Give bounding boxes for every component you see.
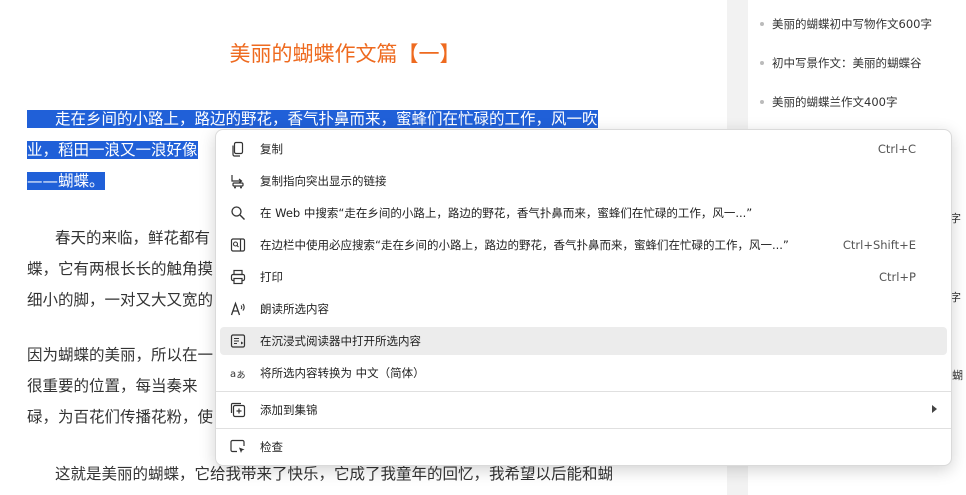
inspect-icon xyxy=(230,439,245,453)
menu-item-add-to-collections[interactable]: 添加到集锦 xyxy=(220,396,947,424)
text-line: 这就是美丽的蝴蝶，它给我带来了快乐，它成了我童年的回忆，我希望以后能和蝴 xyxy=(55,465,614,483)
menu-item-shortcut: Ctrl+C xyxy=(877,142,916,156)
menu-item-label: 在边栏中使用必应搜索“走在乡间的小路上，路边的野花，香气扑鼻而来，蜜蜂们在忙碌的… xyxy=(260,238,789,252)
translate-icon: aあ xyxy=(230,369,246,381)
collections-icon xyxy=(230,402,246,418)
submenu-arrow-icon xyxy=(932,405,937,413)
menu-item-copy-link-to-highlight[interactable]: 复制指向突出显示的链接 xyxy=(220,167,947,195)
selected-text-line-1[interactable]: 走在乡间的小路上，路边的野花，香气扑鼻而来，蜜蜂们在忙碌的工作，风一吹 xyxy=(27,110,598,128)
related-link[interactable]: 美丽的蝴蝶初中写物作文600字 xyxy=(760,16,932,32)
menu-item-immersive-reader[interactable]: 在沉浸式阅读器中打开所选内容 xyxy=(220,327,947,355)
menu-item-print[interactable]: 打印 Ctrl+P xyxy=(220,263,947,291)
immersive-reader-icon xyxy=(230,334,246,348)
menu-item-label: 朗读所选内容 xyxy=(260,302,329,316)
context-menu: 复制 Ctrl+C 复制指向突出显示的链接 在 Web 中搜索“走在乡间的小路上… xyxy=(215,129,952,466)
selected-text-line-2[interactable]: 业，稻田一浪又一浪好像 xyxy=(27,141,198,159)
menu-item-translate[interactable]: aあ 将所选内容转换为 中文（简体） xyxy=(220,359,947,387)
selected-text-line-3[interactable]: ——蝴蝶。 xyxy=(27,172,105,190)
print-icon xyxy=(230,269,246,285)
menu-item-search-web[interactable]: 在 Web 中搜索“走在乡间的小路上，路边的野花，香气扑鼻而来，蜜蜂们在忙碌的工… xyxy=(220,199,947,227)
menu-item-label: 在 Web 中搜索“走在乡间的小路上，路边的野花，香气扑鼻而来，蜜蜂们在忙碌的工… xyxy=(260,206,753,220)
related-link[interactable]: 美丽的蝴蝶兰作文400字 xyxy=(759,94,897,110)
sidebar-search-icon xyxy=(230,238,246,252)
menu-item-read-aloud[interactable]: 朗读所选内容 xyxy=(220,295,947,323)
search-icon xyxy=(231,206,245,220)
menu-item-inspect[interactable]: 检查 xyxy=(220,433,947,461)
menu-item-label: 在沉浸式阅读器中打开所选内容 xyxy=(260,334,421,348)
menu-item-shortcut: Ctrl+P xyxy=(878,270,916,284)
article-title: 美丽的蝴蝶作文篇【一】 xyxy=(229,42,461,66)
menu-separator xyxy=(216,391,951,392)
copy-icon xyxy=(232,141,244,157)
related-link[interactable]: 初中写景作文：美丽的蝴蝶谷 xyxy=(760,55,922,71)
menu-item-shortcut: Ctrl+Shift+E xyxy=(842,238,916,252)
read-aloud-icon xyxy=(230,301,245,316)
menu-item-copy[interactable]: 复制 Ctrl+C xyxy=(220,135,947,163)
menu-item-label: 打印 xyxy=(260,270,283,284)
svg-text:あ: あ xyxy=(237,370,246,381)
menu-separator xyxy=(216,428,951,429)
svg-text:a: a xyxy=(230,369,236,380)
menu-item-label: 检查 xyxy=(260,440,283,454)
menu-item-label: 将所选内容转换为 中文（简体） xyxy=(260,366,425,380)
menu-item-label: 添加到集锦 xyxy=(260,403,318,417)
menu-item-label: 复制指向突出显示的链接 xyxy=(260,174,387,188)
menu-item-label: 复制 xyxy=(260,142,283,156)
link-highlight-icon xyxy=(231,175,244,189)
text-line: 春天的来临，鲜花都有 xyxy=(55,229,211,247)
menu-item-sidebar-search[interactable]: 在边栏中使用必应搜索“走在乡间的小路上，路边的野花，香气扑鼻而来，蜜蜂们在忙碌的… xyxy=(220,231,947,259)
related-link-fragment[interactable]: 蝴 xyxy=(952,367,963,383)
